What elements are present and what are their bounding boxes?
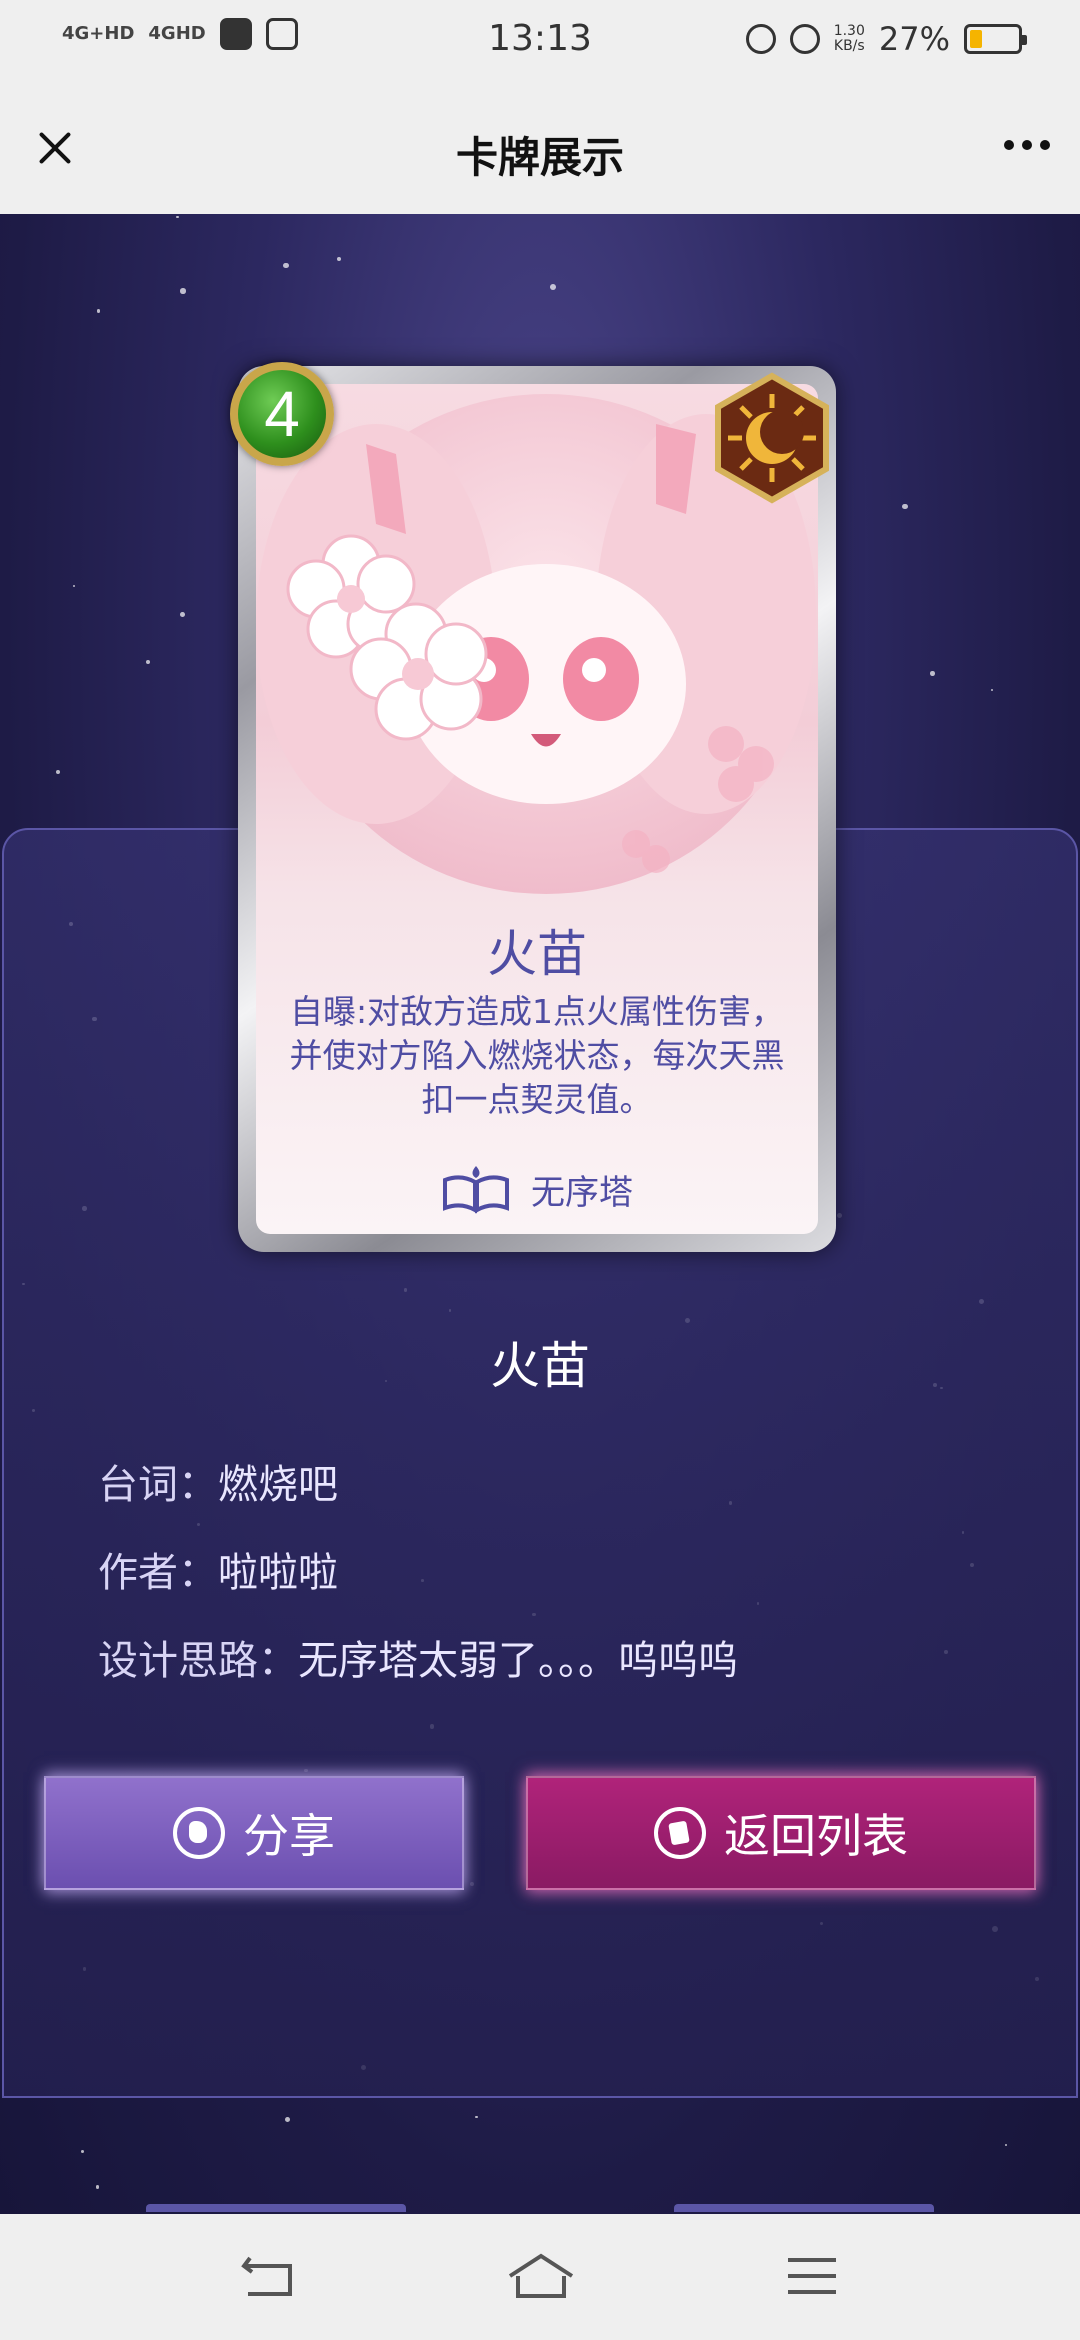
star-dot (95, 2185, 100, 2189)
star-dot (96, 308, 101, 313)
system-navigation-bar (0, 2214, 1080, 2340)
more-dots-icon[interactable] (1004, 140, 1050, 150)
card-face: 火苗 自曝:对敌方造成1点火属性伤害，并使对方陷入燃烧状态，每次天黑扣一点契灵值… (256, 384, 818, 1234)
page-title: 卡牌展示 (455, 133, 624, 182)
author-row: 作者：啦啦啦 (98, 1540, 338, 1598)
star-dot (73, 584, 76, 588)
star-dot (176, 215, 179, 219)
card-name: 火苗 (487, 925, 587, 983)
star-dot (1004, 2144, 1008, 2147)
star-dot (55, 770, 60, 775)
share-button[interactable]: 分享 (44, 1776, 464, 1890)
star-dot (550, 284, 557, 290)
alarm-icon (745, 24, 776, 54)
nav-bar: 卡牌展示 (0, 84, 1080, 214)
book-icon (443, 1166, 509, 1214)
design-label: 设计思路： (98, 1638, 298, 1684)
star-dot (991, 688, 994, 692)
share-button-label: 分享 (243, 1809, 335, 1863)
author-value: 啦啦啦 (218, 1550, 338, 1596)
battery-icon (964, 24, 1027, 54)
back-to-list-button[interactable]: 返回列表 (526, 1776, 1036, 1890)
star-dot (180, 612, 186, 617)
tab-indicator-left (146, 2204, 406, 2212)
moon-sun-badge-icon (715, 372, 829, 504)
bottom-tab-indicators (0, 2204, 1080, 2214)
line-label: 台词： (98, 1462, 218, 1508)
star-dot (285, 2117, 291, 2123)
star-dot (336, 256, 342, 262)
network-speed-unit: KB/s (833, 38, 865, 54)
star-dot (145, 659, 151, 665)
back-icon[interactable] (240, 2252, 300, 2302)
card-display-page: 火苗 自曝:对敌方造成1点火属性伤害，并使对方陷入燃烧状态，每次天黑扣一点契灵值… (0, 214, 1080, 2214)
card-faction-label: 无序塔 (531, 1172, 633, 1213)
battery-percent: 27% (878, 20, 950, 58)
cards-icon (654, 1807, 706, 1859)
line-row: 台词：燃烧吧 (98, 1452, 338, 1510)
mute-bell-icon (789, 24, 820, 54)
star-dot (80, 2149, 85, 2154)
menu-icon[interactable] (784, 2252, 840, 2302)
network-speed: 1.30 KB/s (834, 24, 865, 54)
star-dot (282, 262, 289, 269)
card-faction: 无序塔 (256, 1164, 818, 1214)
back-to-list-label: 返回列表 (724, 1809, 908, 1863)
card-description: 自曝:对敌方造成1点火属性伤害，并使对方陷入燃烧状态，每次天黑扣一点契灵值。 (289, 992, 785, 1119)
tab-indicator-right (674, 2204, 934, 2212)
design-value: 无序塔太弱了。。。呜呜呜 (298, 1638, 738, 1684)
design-row: 设计思路：无序塔太弱了。。。呜呜呜 (98, 1628, 738, 1686)
star-dot (180, 288, 186, 294)
author-label: 作者： (98, 1550, 218, 1596)
star-dot (475, 2115, 478, 2119)
card-title-below: 火苗 (490, 1337, 590, 1395)
star-dot (902, 503, 908, 510)
battery-fill (970, 30, 983, 48)
star-dot (930, 671, 936, 676)
cost-gem: 4 (230, 362, 334, 466)
home-icon[interactable] (506, 2252, 576, 2302)
line-value: 燃烧吧 (218, 1462, 338, 1508)
hand-icon (173, 1807, 225, 1859)
network-speed-value: 1.30 (833, 23, 865, 39)
status-bar: 4G+HD 4GHD 13:13 1.30 KB/s 27% (0, 0, 1080, 84)
